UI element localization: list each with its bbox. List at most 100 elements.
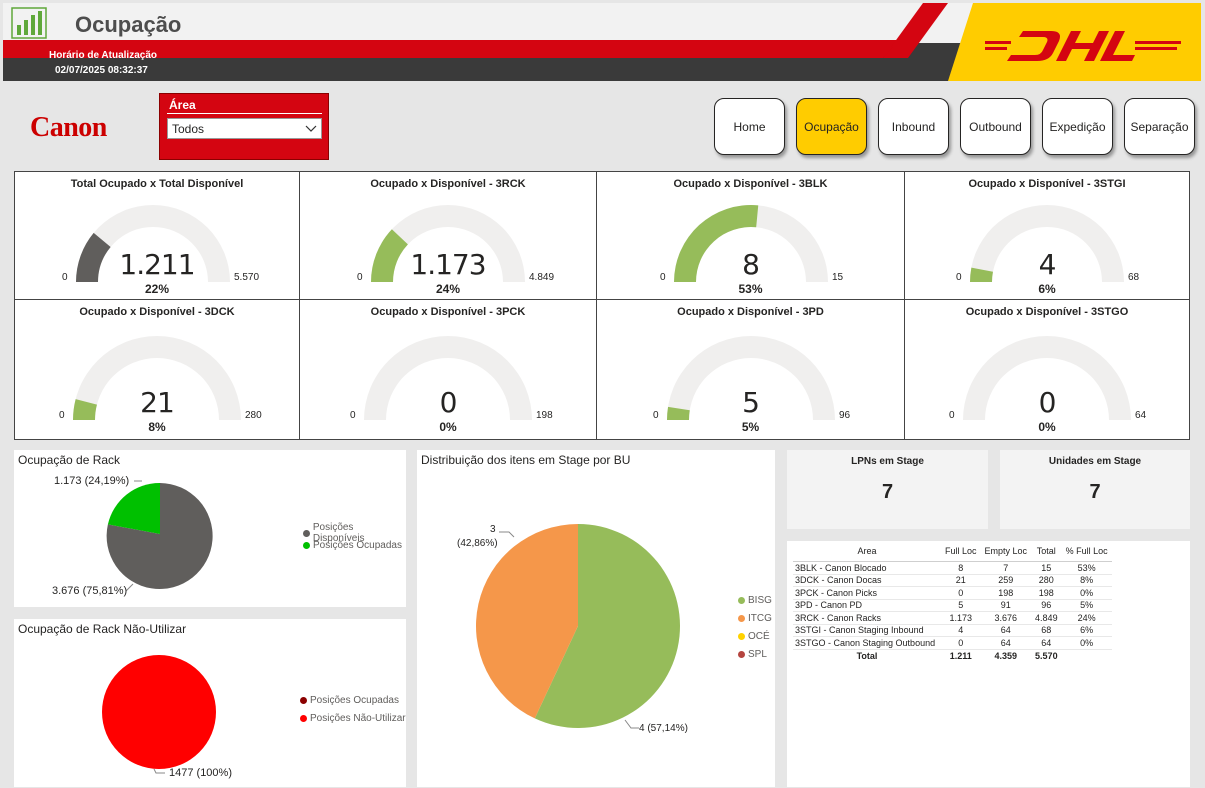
table-total-row[interactable]: Total 1.211 4.359 5.570 bbox=[793, 648, 1112, 662]
gauge-percent: 22% bbox=[144, 282, 170, 296]
table-cell: 3STGO - Canon Staging Outbound bbox=[793, 636, 941, 650]
table-row[interactable]: 3STGO - Canon Staging Outbound 0 64 64 0% bbox=[793, 636, 1112, 650]
card-value: 7 bbox=[881, 481, 894, 503]
table-cell: 64 bbox=[1031, 636, 1062, 650]
table-cell: 3PCK - Canon Picks bbox=[793, 586, 941, 600]
table-cell: 280 bbox=[1031, 574, 1062, 587]
legend-label: BISG bbox=[748, 595, 772, 606]
table-row[interactable]: 3PD - Canon PD 5 91 96 5% bbox=[793, 599, 1112, 612]
nav-inbound-button[interactable]: Inbound bbox=[878, 98, 949, 155]
table-cell: 198 bbox=[1031, 586, 1062, 600]
update-time: 02/07/2025 08:32:37 bbox=[55, 65, 148, 76]
gauge-card: Ocupado x Disponível - 3STGI 4 6% 0 68 bbox=[905, 172, 1189, 300]
table-row[interactable]: 3BLK - Canon Blocado 8 7 15 53% bbox=[793, 561, 1112, 575]
gauge-card: Ocupado x Disponível - 3STGO 0 0% 0 64 bbox=[905, 300, 1189, 439]
table-cell: 53% bbox=[1061, 561, 1112, 575]
gauge-min: 0 bbox=[653, 410, 659, 421]
table-cell: 4 bbox=[941, 624, 981, 637]
chevron-down-icon bbox=[305, 125, 317, 132]
legend-dot bbox=[303, 529, 310, 537]
nav-expedicao-button[interactable]: Expedição bbox=[1042, 98, 1113, 155]
canon-logo: Canon bbox=[30, 112, 107, 143]
table-cell: 1.173 bbox=[941, 611, 981, 625]
column-header[interactable]: Empty Loc bbox=[980, 545, 1032, 562]
gauge-min: 0 bbox=[350, 410, 356, 421]
gauge-max: 15 bbox=[832, 272, 844, 283]
table-row[interactable]: 3RCK - Canon Racks 1.173 3.676 4.849 24% bbox=[793, 611, 1112, 625]
gauge-min: 0 bbox=[660, 272, 666, 283]
legend-item-bisg[interactable]: BISG bbox=[738, 595, 772, 606]
legend-dot bbox=[738, 651, 745, 658]
report-header: Ocupação Horário de Atualização 02/07/20… bbox=[3, 3, 1201, 81]
gauge-card: Ocupado x Disponível - 3PD 5 5% 0 96 bbox=[597, 300, 905, 439]
nav-separacao-button[interactable]: Separação bbox=[1124, 98, 1195, 155]
gauge-percent: 8% bbox=[148, 420, 166, 434]
gauge-max: 198 bbox=[536, 410, 553, 421]
table-cell: 8% bbox=[1061, 574, 1112, 587]
stage-distribution-chart bbox=[475, 524, 680, 729]
table-cell: 4.849 bbox=[1031, 611, 1062, 625]
table-cell: 64 bbox=[980, 636, 1032, 650]
stage-bisg-label: 4 (57,14%) bbox=[639, 723, 688, 734]
legend-dot bbox=[300, 697, 307, 704]
table-row[interactable]: 3PCK - Canon Picks 0 198 198 0% bbox=[793, 586, 1112, 600]
table-row[interactable]: 3STGI - Canon Staging Inbound 4 64 68 6% bbox=[793, 624, 1112, 637]
gauge-max: 5.570 bbox=[234, 272, 260, 283]
card-title: Unidades em Stage bbox=[1048, 456, 1142, 467]
gauge-max: 96 bbox=[839, 410, 851, 421]
lpns-stage-card: LPNs em Stage 7 bbox=[787, 450, 988, 529]
table-cell: 3.676 bbox=[980, 611, 1032, 625]
area-dropdown[interactable]: Todos bbox=[167, 118, 322, 139]
legend-label: Posições Ocupadas bbox=[313, 540, 402, 551]
gauge-min: 0 bbox=[949, 410, 955, 421]
gauge-max: 4.849 bbox=[529, 272, 555, 283]
legend-item-spl[interactable]: SPL bbox=[738, 649, 767, 660]
legend-dot bbox=[300, 715, 307, 722]
gauge-percent: 24% bbox=[435, 282, 461, 296]
legend-item-not-use[interactable]: Posições Não-Utilizar bbox=[300, 713, 406, 724]
gauge-title: Total Ocupado x Total Disponível bbox=[70, 178, 244, 190]
gauge-title: Ocupado x Disponível - 3PD bbox=[677, 306, 824, 318]
gauge-min: 0 bbox=[357, 272, 363, 283]
nav-outbound-button[interactable]: Outbound bbox=[960, 98, 1031, 155]
table-header-row: Area Full Loc Empty Loc Total % Full Loc bbox=[793, 545, 1112, 562]
table-cell: 64 bbox=[980, 624, 1032, 637]
table-cell: 0 bbox=[941, 636, 981, 650]
nav-ocupacao-button[interactable]: Ocupação bbox=[796, 98, 867, 155]
table-cell: 3BLK - Canon Blocado bbox=[793, 561, 941, 575]
legend-item-occupied[interactable]: Posições Ocupadas bbox=[303, 540, 402, 551]
gauge-title: Ocupado x Disponível - 3PCK bbox=[370, 306, 526, 318]
table-cell: 4.359 bbox=[980, 648, 1032, 662]
legend-item-itcg[interactable]: ITCG bbox=[738, 613, 772, 624]
table-cell: 259 bbox=[980, 574, 1032, 587]
column-header[interactable]: Total bbox=[1031, 545, 1062, 562]
gauge-value: 5 bbox=[742, 386, 760, 419]
nav-home-button[interactable]: Home bbox=[714, 98, 785, 155]
gauge-max: 68 bbox=[1128, 272, 1140, 283]
gauge-card: Ocupado x Disponível - 3RCK 1.173 24% 0 4.84… bbox=[300, 172, 597, 300]
table-cell: 68 bbox=[1031, 624, 1062, 637]
area-filter-label: Área bbox=[169, 98, 196, 112]
area-filter-divider bbox=[167, 113, 322, 114]
legend-item-oce[interactable]: OCÉ bbox=[738, 631, 770, 642]
table-row[interactable]: 3DCK - Canon Docas 21 259 280 8% bbox=[793, 574, 1112, 587]
gauge-value: 4 bbox=[1038, 248, 1057, 281]
table-cell: 8 bbox=[941, 561, 981, 575]
gauge-title: Ocupado x Disponível - 3DCK bbox=[79, 306, 235, 318]
gauge-percent: 5% bbox=[741, 420, 760, 434]
area-table: Area Full Loc Empty Loc Total % Full Loc… bbox=[793, 545, 1112, 662]
column-header[interactable]: Full Loc bbox=[941, 545, 981, 562]
gauge-title: Ocupado x Disponível - 3STGO bbox=[965, 306, 1129, 318]
table-cell: 3RCK - Canon Racks bbox=[793, 611, 941, 625]
table-cell: 15 bbox=[1031, 561, 1062, 575]
stage-itcg-value-label: 3 bbox=[490, 524, 496, 535]
legend-item-occupied[interactable]: Posições Ocupadas bbox=[300, 695, 399, 706]
units-stage-card: Unidades em Stage 7 bbox=[1000, 450, 1190, 529]
table-cell: 0% bbox=[1061, 636, 1112, 650]
column-header[interactable]: Area bbox=[793, 545, 941, 562]
legend-label: Posições Não-Utilizar bbox=[310, 713, 406, 724]
table-cell: 1.211 bbox=[941, 648, 981, 662]
legend-label: OCÉ bbox=[748, 631, 770, 642]
area-dropdown-value: Todos bbox=[172, 122, 205, 136]
column-header[interactable]: % Full Loc bbox=[1061, 545, 1112, 562]
